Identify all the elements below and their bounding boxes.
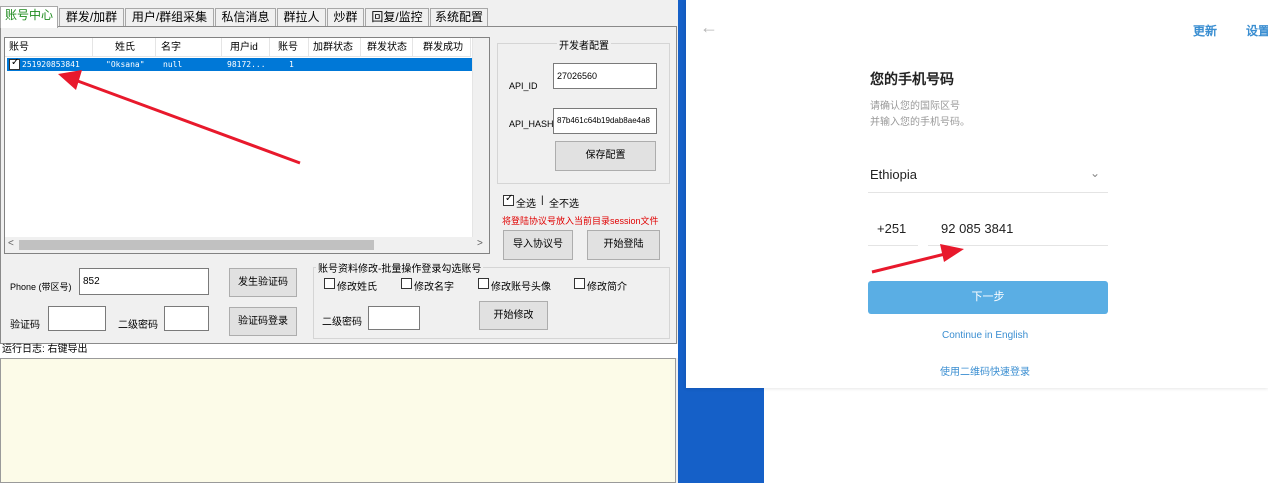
arrowhead-account xyxy=(58,70,82,90)
arrowhead-phone xyxy=(940,244,964,262)
annotation-arrows xyxy=(58,70,964,274)
tab-account-center[interactable]: 账号中心 xyxy=(0,6,58,28)
arrow-to-phone xyxy=(871,252,946,274)
arrow-to-account xyxy=(74,78,301,165)
